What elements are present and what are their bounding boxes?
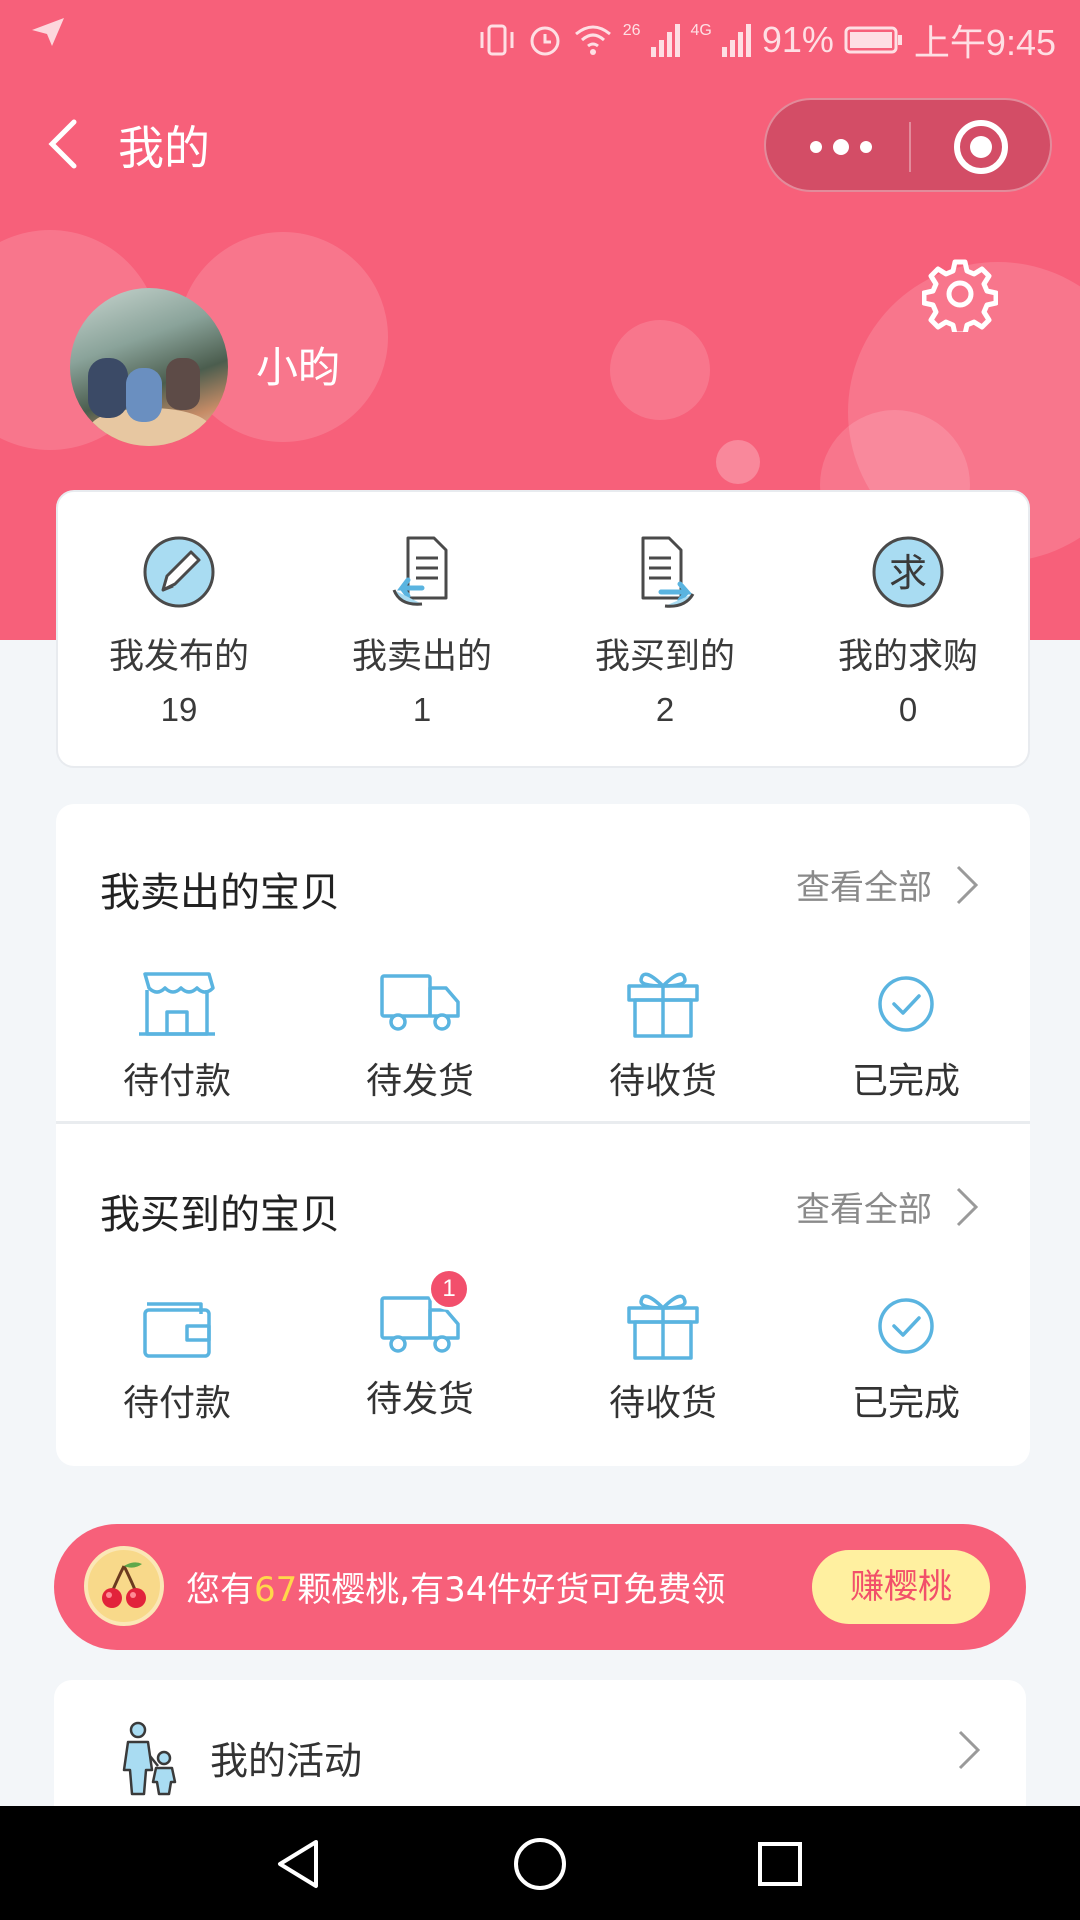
stat-label: 我发布的 xyxy=(108,637,249,677)
page-title: 我的 xyxy=(118,121,210,175)
check-circle-icon xyxy=(878,1298,934,1354)
view-all-link[interactable]: 查看全部 xyxy=(796,860,980,909)
network-4g-label: 4G xyxy=(690,22,712,39)
wallet-icon xyxy=(143,1302,211,1358)
network-26-label: 26 xyxy=(622,22,641,39)
alarm-icon xyxy=(530,26,560,56)
storefront-icon xyxy=(139,972,215,1036)
recents-square-icon[interactable] xyxy=(750,1834,810,1894)
gift-icon xyxy=(627,972,699,1038)
order-label: 待收货 xyxy=(608,1061,717,1102)
qiu-badge-icon: 求 xyxy=(872,536,944,608)
wifi-icon xyxy=(574,25,611,55)
pencil-icon xyxy=(143,536,215,608)
chevron-right-icon xyxy=(956,1187,979,1226)
chevron-right-icon xyxy=(958,1730,981,1770)
status-bar: 26 4G 91% 上午9:45 xyxy=(0,0,1080,74)
order-label: 待发货 xyxy=(365,1379,474,1420)
activity-label: 我的活动 xyxy=(210,1739,363,1783)
sold-items-section: 我卖出的宝贝 查看全部 待付款 待发货 待收货 已完成 xyxy=(56,804,1030,1124)
document-return-icon xyxy=(392,536,448,606)
back-arrow-icon[interactable] xyxy=(36,114,96,174)
back-triangle-icon[interactable] xyxy=(270,1834,330,1894)
home-circle-icon[interactable] xyxy=(510,1834,570,1894)
order-label: 已完成 xyxy=(851,1383,960,1424)
avatar[interactable] xyxy=(70,288,228,446)
sold-completed[interactable]: 已完成 xyxy=(806,968,1006,1104)
stat-published[interactable]: 我发布的 19 xyxy=(79,532,279,729)
order-label: 待收货 xyxy=(608,1383,717,1424)
battery-percent: 91% xyxy=(761,19,834,60)
bought-pending-shipment[interactable]: 1 待发货 xyxy=(320,1268,520,1422)
signal-icon xyxy=(650,24,680,57)
gift-icon xyxy=(627,1294,699,1360)
stat-wanted[interactable]: 求 我的求购 0 xyxy=(808,532,1008,729)
stat-sold[interactable]: 我卖出的 1 xyxy=(322,532,522,729)
username: 小昀 xyxy=(256,343,341,392)
stat-value: 1 xyxy=(412,691,432,728)
order-label: 待付款 xyxy=(122,1061,231,1102)
parent-child-icon xyxy=(122,1721,177,1796)
bought-pending-payment[interactable]: 待付款 xyxy=(77,1290,277,1426)
truck-icon xyxy=(380,974,460,1031)
stat-label: 我的求购 xyxy=(837,637,978,677)
miniprogram-capsule xyxy=(764,98,1052,192)
nav-bar: 我的 xyxy=(0,94,1080,194)
chevron-right-icon xyxy=(956,865,979,904)
bought-completed[interactable]: 已完成 xyxy=(806,1290,1006,1426)
cherry-count: 67 xyxy=(254,1570,298,1610)
send-plane-icon xyxy=(32,18,64,46)
svg-text:求: 求 xyxy=(889,551,927,595)
earn-cherries-button[interactable]: 赚樱桃 xyxy=(812,1550,990,1624)
vibrate-icon xyxy=(480,24,514,56)
stat-label: 我买到的 xyxy=(594,637,735,677)
notification-badge: 1 xyxy=(428,1268,470,1310)
system-nav-bar xyxy=(0,1806,1080,1920)
stat-label: 我卖出的 xyxy=(351,637,492,677)
order-label: 待发货 xyxy=(365,1061,474,1102)
cherry-message: 您有67颗樱桃,有34件好货可免费领 xyxy=(186,1570,726,1610)
check-circle-icon xyxy=(878,976,934,1032)
orders-card: 我卖出的宝贝 查看全部 待付款 待发货 待收货 已完成 我买到的宝贝 查看全部 … xyxy=(56,804,1030,1466)
order-label: 已完成 xyxy=(851,1061,960,1102)
stat-bought[interactable]: 我买到的 2 xyxy=(565,532,765,729)
order-label: 待付款 xyxy=(122,1383,231,1424)
cherry-banner[interactable]: 您有67颗樱桃,有34件好货可免费领 赚樱桃 xyxy=(54,1524,1026,1650)
battery-icon xyxy=(844,26,902,54)
stats-card: 我发布的 19 我卖出的 1 我买到的 2 求 我的求购 0 xyxy=(56,490,1030,768)
section-title: 我卖出的宝贝 xyxy=(100,870,340,916)
stat-value: 19 xyxy=(160,691,198,728)
my-activities-row[interactable]: 我的活动 xyxy=(54,1680,1026,1820)
sold-pending-payment[interactable]: 待付款 xyxy=(77,968,277,1104)
stat-value: 0 xyxy=(898,691,918,728)
bought-pending-receipt[interactable]: 待收货 xyxy=(563,1290,763,1426)
cherry-icon xyxy=(84,1546,164,1626)
more-dots-icon[interactable] xyxy=(806,132,876,162)
clock: 上午9:45 xyxy=(913,22,1056,63)
settings-gear-icon[interactable] xyxy=(922,256,998,332)
stat-value: 2 xyxy=(655,691,675,728)
sold-pending-receipt[interactable]: 待收货 xyxy=(563,968,763,1104)
section-title: 我买到的宝贝 xyxy=(100,1192,340,1238)
close-target-icon[interactable] xyxy=(952,118,1010,176)
sold-pending-shipment[interactable]: 待发货 xyxy=(320,968,520,1104)
document-forward-icon xyxy=(641,536,695,608)
bought-items-section: 我买到的宝贝 查看全部 待付款 1 待发货 待收货 已完成 xyxy=(56,1126,1030,1446)
view-all-link[interactable]: 查看全部 xyxy=(796,1182,980,1231)
signal-icon-2 xyxy=(721,24,751,57)
